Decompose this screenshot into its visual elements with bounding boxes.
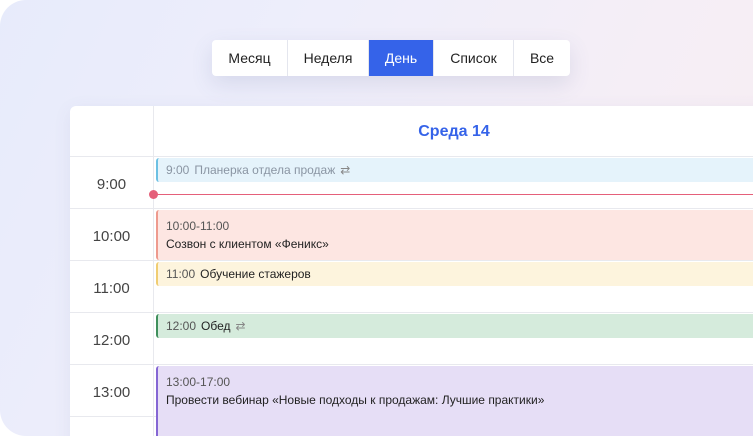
view-day-button[interactable]: День — [369, 40, 434, 76]
hour-divider — [70, 208, 753, 209]
event-time: 13:00-17:00 — [166, 375, 231, 389]
hour-label: 12:00 — [92, 332, 131, 349]
view-month-button[interactable]: Месяц — [212, 40, 288, 76]
event-intern-training[interactable]: 11:00 Обучение стажеров — [156, 262, 753, 286]
event-client-call[interactable]: 10:00-11:00 Созвон с клиентом «Феникс» — [156, 210, 753, 260]
hour-label: 11:00 — [93, 280, 130, 297]
view-all-button[interactable]: Все — [514, 40, 570, 76]
event-lunch[interactable]: 12:00 Обед ⇄ — [156, 314, 753, 338]
hour-divider — [70, 364, 753, 365]
view-week-button[interactable]: Неделя — [288, 40, 369, 76]
event-time: 10:00-11:00 — [166, 219, 230, 233]
hour-label: 10:00 — [92, 228, 131, 245]
current-time-dot — [149, 190, 158, 199]
event-title: Обед — [201, 319, 231, 333]
event-title: Обучение стажеров — [200, 267, 311, 281]
repeat-icon: ⇄ — [340, 163, 351, 177]
day-calendar: Среда 14 9:00 10:00 11:00 12:00 13:00 9:… — [70, 106, 753, 436]
hour-divider — [70, 260, 753, 261]
event-time: 11:00 — [166, 267, 196, 281]
event-time: 9:00 — [166, 163, 190, 177]
repeat-icon: ⇄ — [235, 319, 246, 333]
app-frame: Месяц Неделя День Список Все Среда 14 9:… — [0, 0, 753, 436]
header-divider — [70, 156, 753, 157]
event-sales-meeting[interactable]: 9:00 Планерка отдела продаж ⇄ — [156, 158, 753, 182]
event-title: Планерка отдела продаж — [194, 163, 336, 177]
hour-label: 9:00 — [96, 176, 127, 193]
view-list-button[interactable]: Список — [434, 40, 514, 76]
hour-label: 13:00 — [92, 384, 131, 401]
event-webinar[interactable]: 13:00-17:00 Провести вебинар «Новые подх… — [156, 366, 753, 436]
day-title[interactable]: Среда 14 — [154, 106, 753, 156]
event-title: Провести вебинар «Новые подходы к продаж… — [166, 393, 545, 407]
hour-divider — [70, 312, 753, 313]
event-time: 12:00 — [166, 319, 197, 333]
view-switcher: Месяц Неделя День Список Все — [212, 40, 570, 76]
current-time-line — [153, 194, 753, 195]
event-title: Созвон с клиентом «Феникс» — [166, 237, 329, 251]
